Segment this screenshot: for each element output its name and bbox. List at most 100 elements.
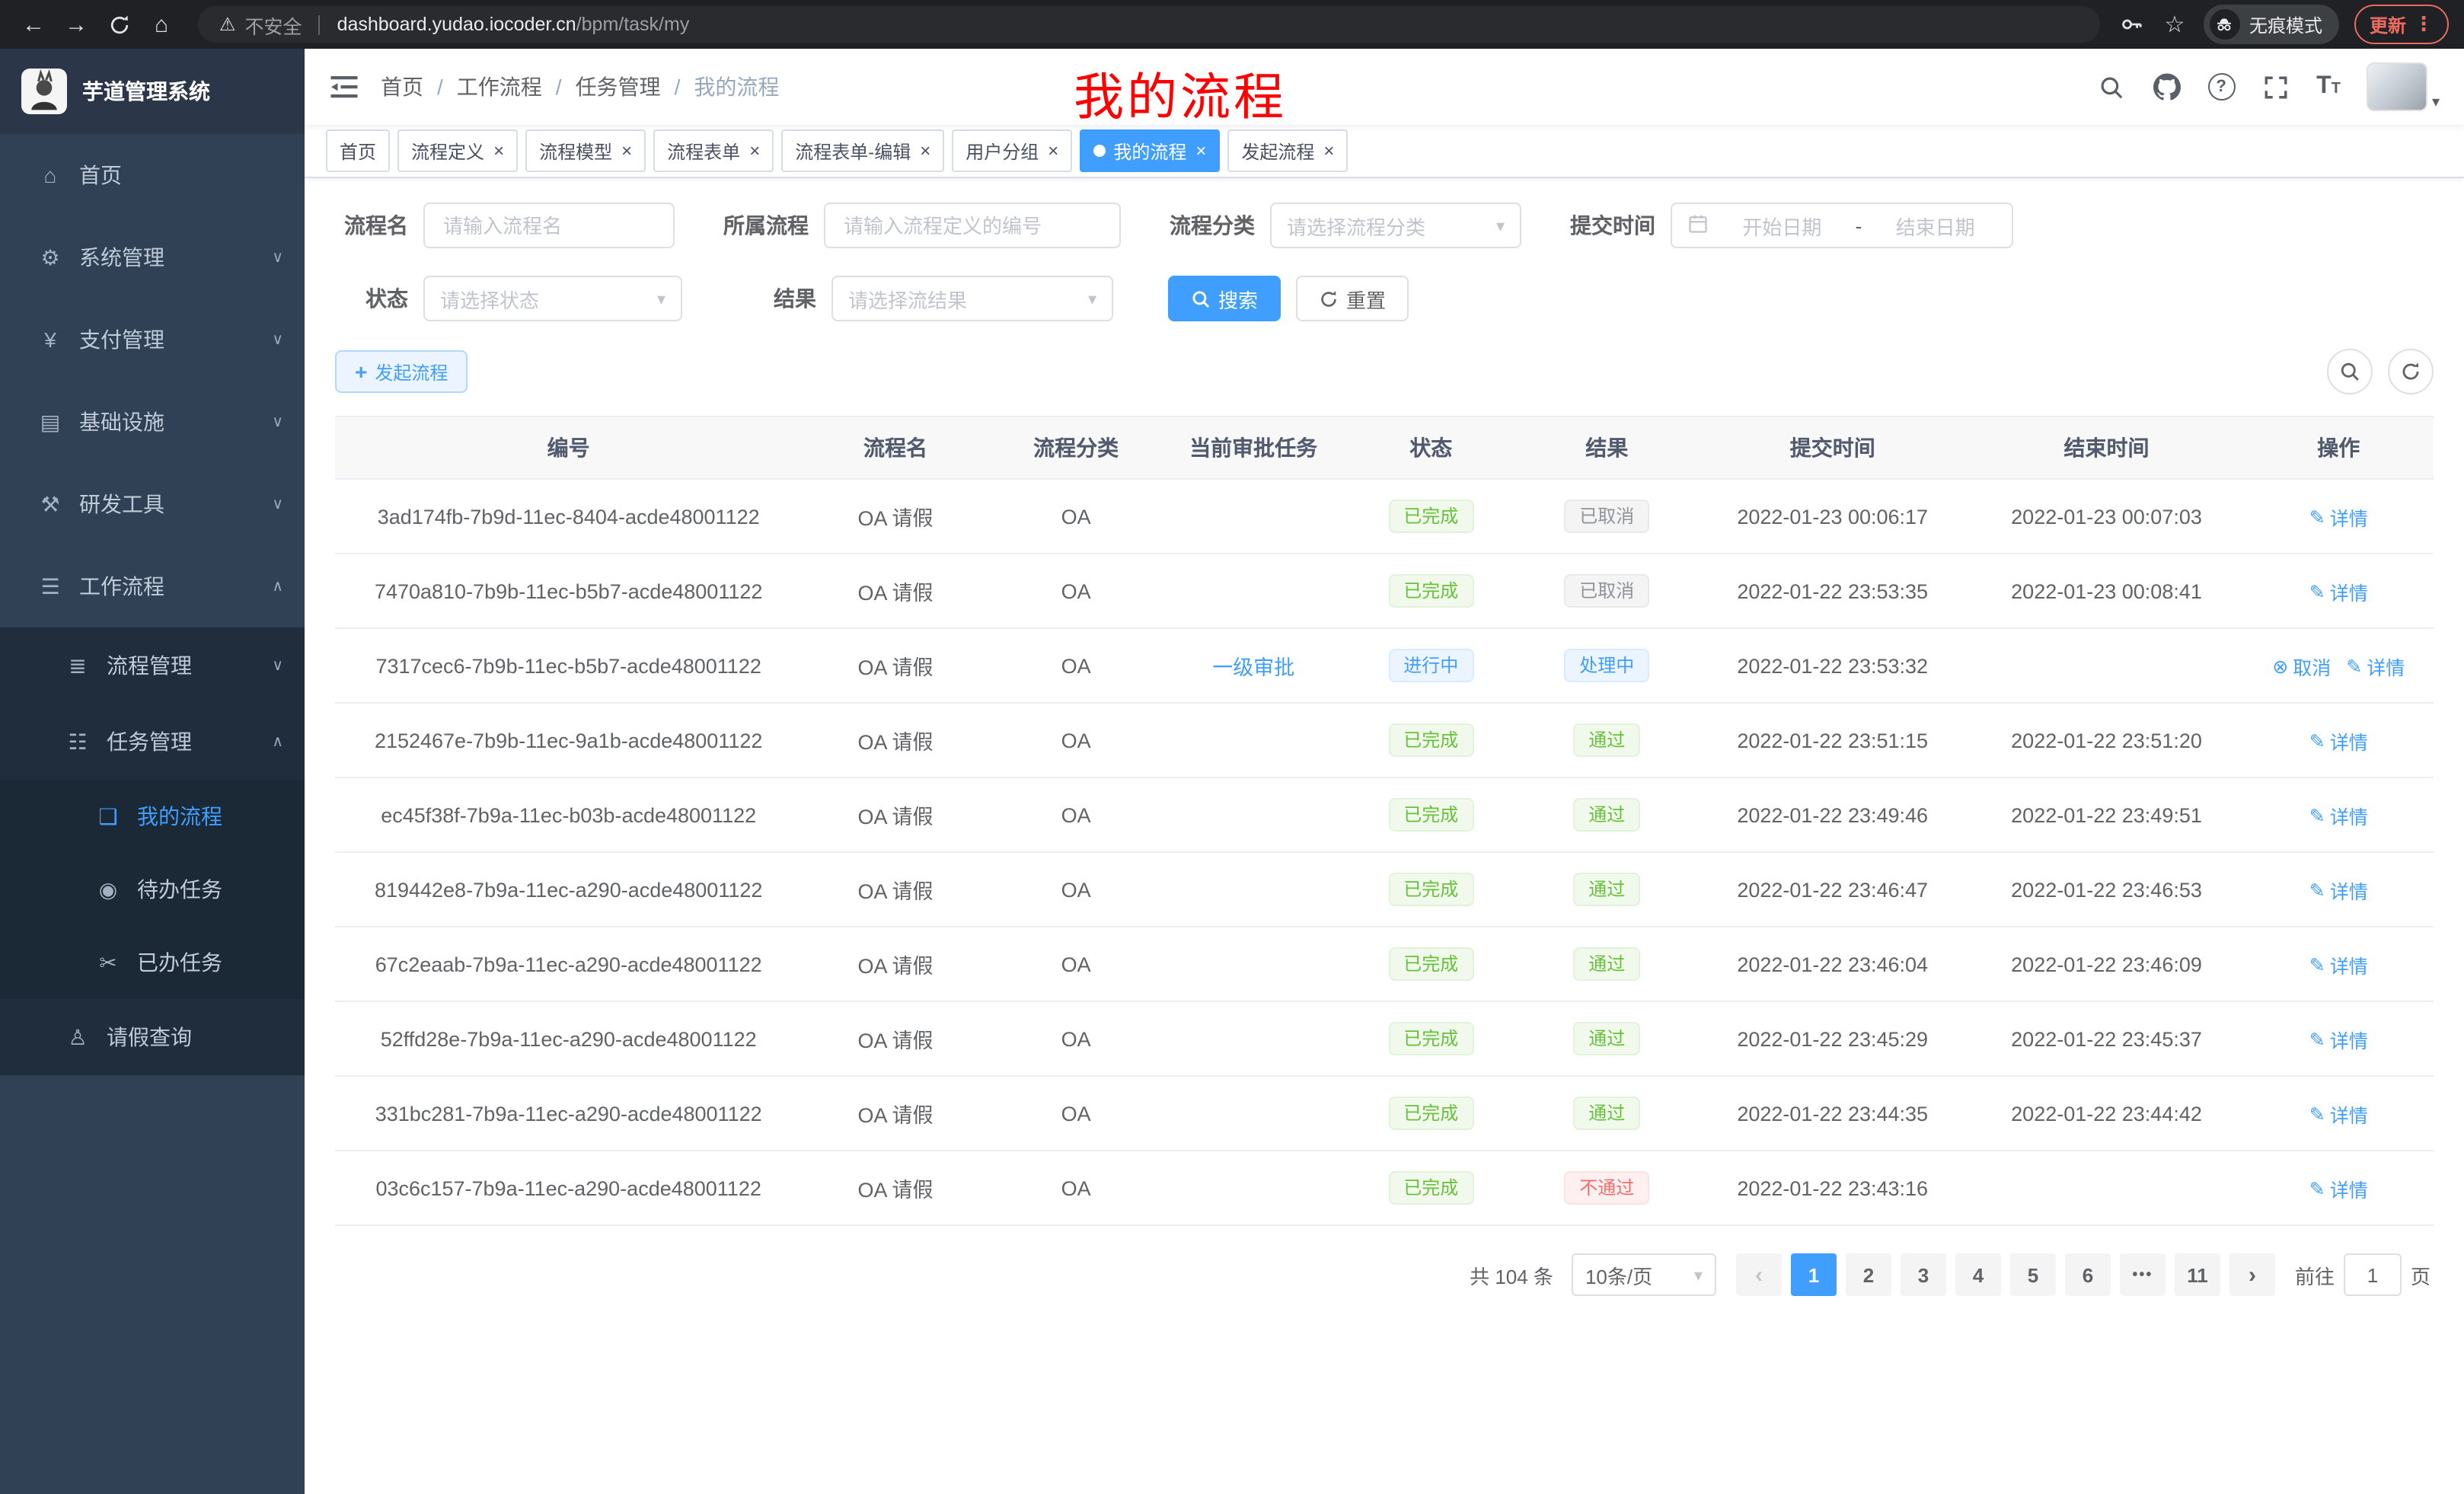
sidebar-item[interactable]: ❑我的流程 [0,780,305,853]
create-process-button[interactable]: + 发起流程 [335,350,468,393]
action-label: 详情 [2330,875,2368,904]
breadcrumb-item[interactable]: 任务管理 [576,72,661,102]
sidebar-item[interactable]: ▤基础设施∨ [0,381,305,463]
tab-label: 用户分组 [965,138,1039,164]
security-label[interactable]: 不安全 [245,10,302,39]
status-select[interactable]: 请选择状态 ▾ [423,276,682,321]
browser-forward-icon[interactable]: → [58,6,94,43]
browser-home-icon[interactable]: ⌂ [143,6,180,43]
detail-action-link[interactable]: ✎详情 [2309,800,2368,829]
sidebar-item[interactable]: ✂已办任务 [0,926,305,999]
sidebar-logo[interactable]: 芋道管理系统 [0,49,305,134]
tab-close-icon[interactable]: × [920,140,930,161]
cancel-action-link[interactable]: ⊗取消 [2272,651,2331,680]
cell-category: OA [989,777,1163,852]
submenu: ❑我的流程◉待办任务✂已办任务 [0,780,305,999]
page-number-button[interactable]: 2 [1846,1253,1891,1296]
pager-more-button[interactable]: ••• [2120,1253,2166,1296]
browser-back-icon[interactable]: ← [15,6,52,43]
sidebar-item[interactable]: ⌂首页 [0,134,305,216]
page-number-button[interactable]: 4 [1955,1253,2001,1296]
tab-close-icon[interactable]: × [1048,140,1058,161]
sidebar-item[interactable]: ◉待办任务 [0,853,305,926]
browser-menu-icon[interactable]: ⋮ [2414,12,2434,37]
url-text[interactable]: dashboard.yudao.iocoder.cn/bpm/task/my [337,14,690,35]
reset-button[interactable]: 重置 [1296,276,1409,321]
password-key-icon[interactable] [2118,11,2146,38]
detail-action-link[interactable]: ✎详情 [2309,1024,2368,1053]
search-button[interactable]: 搜索 [1168,276,1281,321]
detail-action-link[interactable]: ✎详情 [2309,502,2368,531]
detail-action-link[interactable]: ✎详情 [2309,576,2368,605]
goto-page-input[interactable] [2344,1253,2402,1296]
bookmark-star-icon[interactable]: ☆ [2161,11,2188,38]
cell-result: 通过 [1518,777,1696,852]
sidebar-item[interactable]: ☷任务管理∧ [0,704,305,780]
sidebar-item-label: 基础设施 [79,407,272,437]
view-tab[interactable]: 流程定义× [397,129,518,172]
cell-category: OA [989,628,1163,703]
view-tab[interactable]: 流程表单× [653,129,774,172]
detail-action-link[interactable]: ✎详情 [2309,1173,2368,1202]
breadcrumb-item[interactable]: 首页 [381,72,423,102]
category-select[interactable]: 请选择流程分类 ▾ [1270,203,1521,248]
view-tab[interactable]: 发起流程× [1227,129,1348,172]
browser-reload-icon[interactable] [101,6,137,43]
cell-process-name: OA 请假 [802,628,988,703]
docs-help-icon[interactable]: ? [2207,72,2236,101]
detail-action-link[interactable]: ✎详情 [2309,950,2368,978]
page-number-button[interactable]: 1 [1791,1253,1837,1296]
prev-page-button[interactable]: ‹ [1736,1253,1782,1296]
process-name-input[interactable] [440,212,658,238]
sidebar-item[interactable]: ≣流程管理∨ [0,627,305,704]
parent-process-input[interactable] [841,212,1104,238]
tab-close-icon[interactable]: × [1195,140,1206,161]
github-icon[interactable] [2152,72,2181,101]
result-select[interactable]: 请选择流结果 ▾ [831,276,1113,321]
page-size-select[interactable]: 10条/页 ▾ [1572,1253,1716,1296]
refresh-table-button[interactable] [2388,349,2434,394]
detail-action-link[interactable]: ✎详情 [2309,726,2368,755]
view-tab[interactable]: 流程模型× [525,129,646,172]
page-number-button[interactable]: 3 [1901,1253,1946,1296]
fullscreen-icon[interactable] [2261,72,2290,101]
font-size-icon[interactable]: TT [2316,73,2341,101]
sidebar-item[interactable]: ¥支付管理∨ [0,298,305,381]
address-bar[interactable]: ⚠ 不安全 dashboard.yudao.iocoder.cn/bpm/tas… [198,6,2100,43]
page-number-button[interactable]: 5 [2010,1253,2056,1296]
question-mark-icon: ? [2207,73,2235,101]
status-tag: 已完成 [1388,873,1473,906]
view-tab[interactable]: 用户分组 × [952,129,1072,172]
current-task-link[interactable]: 一级审批 [1212,656,1294,679]
detail-action-link[interactable]: ✎详情 [2309,875,2368,904]
sidebar-item[interactable]: ⚙系统管理∨ [0,216,305,298]
tab-close-icon[interactable]: × [493,140,504,161]
page-number-button[interactable]: 6 [2065,1253,2111,1296]
cell-actions: ✎详情 [2243,1151,2434,1225]
sidebar-item[interactable]: ☰工作流程∧ [0,545,305,627]
tab-close-icon[interactable]: × [621,140,632,161]
user-avatar[interactable]: ▾ [2367,62,2440,111]
cell-submit-time: 2022-01-22 23:53:32 [1696,628,1970,703]
sidebar-item[interactable]: ⚒研发工具∨ [0,463,305,545]
page-number-button[interactable]: 11 [2175,1253,2220,1296]
toggle-search-button[interactable] [2327,349,2373,394]
view-tab[interactable]: 首页 [326,129,390,172]
next-page-button[interactable]: › [2229,1253,2275,1296]
view-tab[interactable]: 流程表单-编辑× [781,129,944,172]
detail-action-link[interactable]: ✎详情 [2309,1099,2368,1128]
tab-close-icon[interactable]: × [1323,140,1334,161]
browser-update-button[interactable]: 更新 ⋮ [2354,5,2449,44]
tab-close-icon[interactable]: × [749,140,760,161]
header-search-icon[interactable] [2097,72,2126,101]
filter-parent-process: 所属流程 [714,203,1121,248]
submit-time-range-picker[interactable]: 开始日期 - 结束日期 [1671,203,2013,248]
view-tab[interactable]: 我的流程× [1080,129,1220,172]
detail-action-link[interactable]: ✎详情 [2346,651,2405,680]
cell-category: OA [989,852,1163,927]
search-button-label: 搜索 [1218,284,1258,313]
sidebar-item[interactable]: ♙请假查询 [0,999,305,1075]
breadcrumb-item[interactable]: 工作流程 [457,72,542,102]
incognito-badge[interactable]: 无痕模式 [2204,5,2339,44]
sidebar-toggle-icon[interactable] [329,72,359,102]
